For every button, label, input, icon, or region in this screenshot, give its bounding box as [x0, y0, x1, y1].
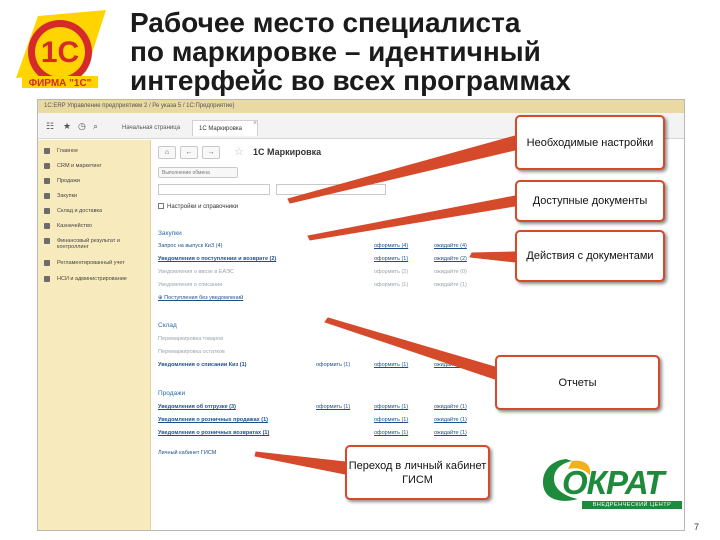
sidebar: Главное CRM и маркетинг Продажи Закупки … [38, 140, 151, 530]
logo-1c-text: 1С [41, 36, 79, 69]
doc-link[interactable]: Уведомления о ввозе в ЕАЭС [158, 269, 234, 275]
back-button[interactable]: ← [180, 146, 198, 159]
logo-1c-sub: ФИРМА "1С" [29, 78, 92, 89]
section-title-sales: Продажи [158, 390, 186, 397]
doc-link[interactable]: ⊕ Поступления без уведомлений [158, 295, 243, 301]
slide-title: Рабочее место специалиста по маркировке … [130, 8, 710, 95]
table-row: Уведомления о списании Киз (1) оформить … [158, 362, 498, 370]
truck-icon [44, 193, 50, 199]
action-link[interactable]: оформить (2) [374, 269, 408, 275]
doc-link[interactable]: Уведомления о списании [158, 282, 222, 288]
doc-link[interactable]: Уведомления о поступлении и возврате (2) [158, 256, 276, 262]
chart-icon [44, 238, 50, 244]
table-row: Уведомления о поступлении и возврате (2)… [158, 256, 498, 264]
filter-bar: Выполнение обмена [158, 167, 458, 207]
callout-reports: Отчеты [495, 355, 660, 410]
table-row: Уведомления о ввозе в ЕАЭС оформить (2) … [158, 269, 498, 277]
action-link[interactable]: оформить (1) [374, 282, 408, 288]
section-title-purchases: Закупки [158, 230, 182, 237]
callout-gis: Переход в личный кабинет ГИСМ [345, 445, 490, 500]
action-link[interactable]: оформить (1) [316, 362, 350, 368]
expand-icon [158, 203, 164, 209]
action-link[interactable]: ожидайте (1) [434, 404, 467, 410]
action-link[interactable]: ожидайте (4) [434, 243, 467, 249]
bookmark-star-icon[interactable]: ☆ [234, 146, 244, 158]
history-clock-icon[interactable]: ◷ [78, 121, 86, 132]
section-title-warehouse: Склад [158, 322, 177, 329]
warehouse-icon [44, 208, 50, 214]
gis-cabinet-link[interactable]: Личный кабинет ГИСМ [158, 450, 216, 456]
tab-home[interactable]: Начальная страница [116, 120, 186, 136]
okrat-logo-sub: ВНЕДРЕНЧЕСКИЙ ЦЕНТР [582, 501, 682, 509]
action-link[interactable]: оформить (4) [374, 243, 408, 249]
doc-link[interactable]: Уведомления о списании Киз (1) [158, 362, 247, 368]
action-link[interactable]: оформить (1) [374, 430, 408, 436]
callout-docs: Доступные документы [515, 180, 665, 222]
page-number: 7 [694, 522, 700, 532]
table-row: Перемаркировка остатков [158, 349, 498, 357]
slide-title-line: Рабочее место специалиста [130, 7, 521, 38]
settings-link[interactable]: Настройки и справочники [158, 203, 238, 210]
action-link[interactable]: оформить (1) [374, 256, 408, 262]
table-row: Перемаркировка товаров [158, 336, 498, 344]
action-link[interactable]: ожидайте (1) [434, 417, 467, 423]
logo-okrat: ОКРАТ ВНЕДРЕНЧЕСКИЙ ЦЕНТР [538, 455, 688, 515]
callout-settings: Необходимые настройки [515, 115, 665, 170]
page-title: 1С Маркировка [253, 147, 322, 157]
action-link[interactable]: оформить (1) [316, 404, 350, 410]
warehouse-select[interactable] [276, 184, 386, 195]
slide-title-line: интерфейс во всех программах [130, 65, 571, 96]
action-link[interactable]: ожидайте (0) [434, 269, 467, 275]
action-link[interactable]: ожидайте (2) [434, 256, 467, 262]
action-link[interactable]: ожидайте (1) [434, 362, 467, 368]
gear-icon [44, 276, 50, 282]
doc-link[interactable]: Перемаркировка остатков [158, 349, 225, 355]
exchange-button[interactable]: Выполнение обмена [158, 167, 238, 178]
action-link[interactable]: оформить (1) [374, 417, 408, 423]
cart-icon [44, 178, 50, 184]
doc-link[interactable]: Уведомления о розничных продажах (1) [158, 417, 268, 423]
search-icon[interactable]: ⌕ [93, 121, 98, 132]
action-link[interactable]: ожидайте (1) [434, 430, 467, 436]
table-row: ⊕ Поступления без уведомлений [158, 295, 498, 303]
crm-icon [44, 163, 50, 169]
organization-select[interactable] [158, 184, 270, 195]
okrat-logo-text: ОКРАТ [562, 464, 665, 501]
tab-close-icon[interactable]: × [253, 120, 257, 127]
forward-button[interactable]: → [202, 146, 220, 159]
table-row: Уведомления о розничных продажах (1) офо… [158, 417, 498, 425]
doc-link[interactable]: Уведомления об отгрузке (3) [158, 404, 236, 410]
menu-icon [44, 148, 50, 154]
doc-link[interactable]: Уведомления о розничных возвратах (1) [158, 430, 269, 436]
action-link[interactable]: оформить (1) [374, 362, 408, 368]
action-link[interactable]: оформить (1) [374, 404, 408, 410]
bank-icon [44, 223, 50, 229]
table-row: Запрос на выпуск КиЗ (4) оформить (4) ож… [158, 243, 498, 251]
favorites-star-icon[interactable]: ★ [63, 121, 71, 132]
logo-1c-icon: 1С ФИРМА "1С" [16, 10, 106, 89]
app-titlebar: 1С:ERP Управление предприятием 2 / Ре ук… [38, 100, 684, 113]
table-row: Уведомления о розничных возвратах (1) оф… [158, 430, 498, 438]
table-row: Уведомления об отгрузке (3) оформить (1)… [158, 404, 498, 412]
apps-grid-icon[interactable]: ☷ [46, 121, 54, 132]
home-button[interactable]: ⌂ [158, 146, 176, 159]
action-link[interactable]: ожидайте (1) [434, 282, 467, 288]
tab-1c-marking[interactable]: 1С Маркировка [192, 120, 258, 136]
slide-title-line: по маркировке – идентичный [130, 36, 541, 67]
callout-actions: Действия с документами [515, 230, 665, 282]
doc-link[interactable]: Перемаркировка товаров [158, 336, 223, 342]
ledger-icon [44, 260, 50, 266]
table-row: Уведомления о списании оформить (1) ожид… [158, 282, 498, 290]
doc-link[interactable]: Запрос на выпуск КиЗ (4) [158, 243, 222, 249]
